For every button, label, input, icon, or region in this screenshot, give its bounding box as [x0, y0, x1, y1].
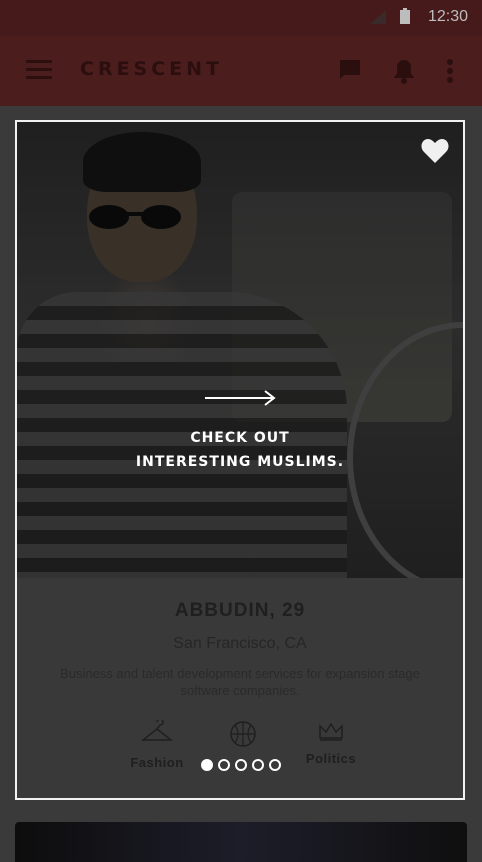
page-dot[interactable] — [252, 759, 264, 771]
page-dot[interactable] — [218, 759, 230, 771]
battery-icon — [400, 8, 410, 24]
bell-icon[interactable] — [392, 58, 416, 84]
chat-icon[interactable] — [338, 58, 362, 82]
heart-icon[interactable] — [421, 138, 449, 164]
interest-label: Politics — [305, 751, 357, 766]
cta-text-line-2: INTERESTING MUSLIMS. — [135, 454, 345, 470]
menu-icon[interactable] — [26, 60, 52, 80]
app-bar: CRESCENT — [0, 36, 482, 106]
page-dot[interactable] — [201, 759, 213, 771]
cta-text-line-1: CHECK OUT — [190, 430, 290, 446]
interest-politics[interactable]: Politics — [303, 720, 359, 766]
profile-location: San Francisco, CA — [173, 635, 307, 652]
arrow-right-icon[interactable] — [205, 388, 277, 408]
profile-photo: CHECK OUT INTERESTING MUSLIMS. — [17, 122, 463, 578]
next-profile-card[interactable] — [15, 822, 467, 862]
interest-label: Fashion — [130, 755, 184, 770]
status-time: 12:30 — [427, 8, 468, 25]
crown-icon — [319, 722, 343, 741]
more-vert-icon[interactable] — [446, 58, 454, 84]
interest-basketball[interactable] — [227, 720, 259, 753]
signal-icon — [370, 10, 386, 24]
app-brand: CRESCENT — [80, 58, 224, 80]
page-dot[interactable] — [269, 759, 281, 771]
hanger-icon — [140, 718, 174, 741]
profile-name: ABBUDIN, 29 — [174, 600, 306, 621]
pagination-dots — [201, 758, 286, 771]
status-bar: 12:30 — [0, 0, 482, 36]
profile-card[interactable]: CHECK OUT INTERESTING MUSLIMS. ABBUDIN, … — [15, 120, 465, 800]
page-dot[interactable] — [235, 759, 247, 771]
profile-description: Business and talent development services… — [60, 666, 420, 698]
basketball-icon — [230, 721, 256, 747]
interest-fashion[interactable]: Fashion — [129, 718, 185, 770]
